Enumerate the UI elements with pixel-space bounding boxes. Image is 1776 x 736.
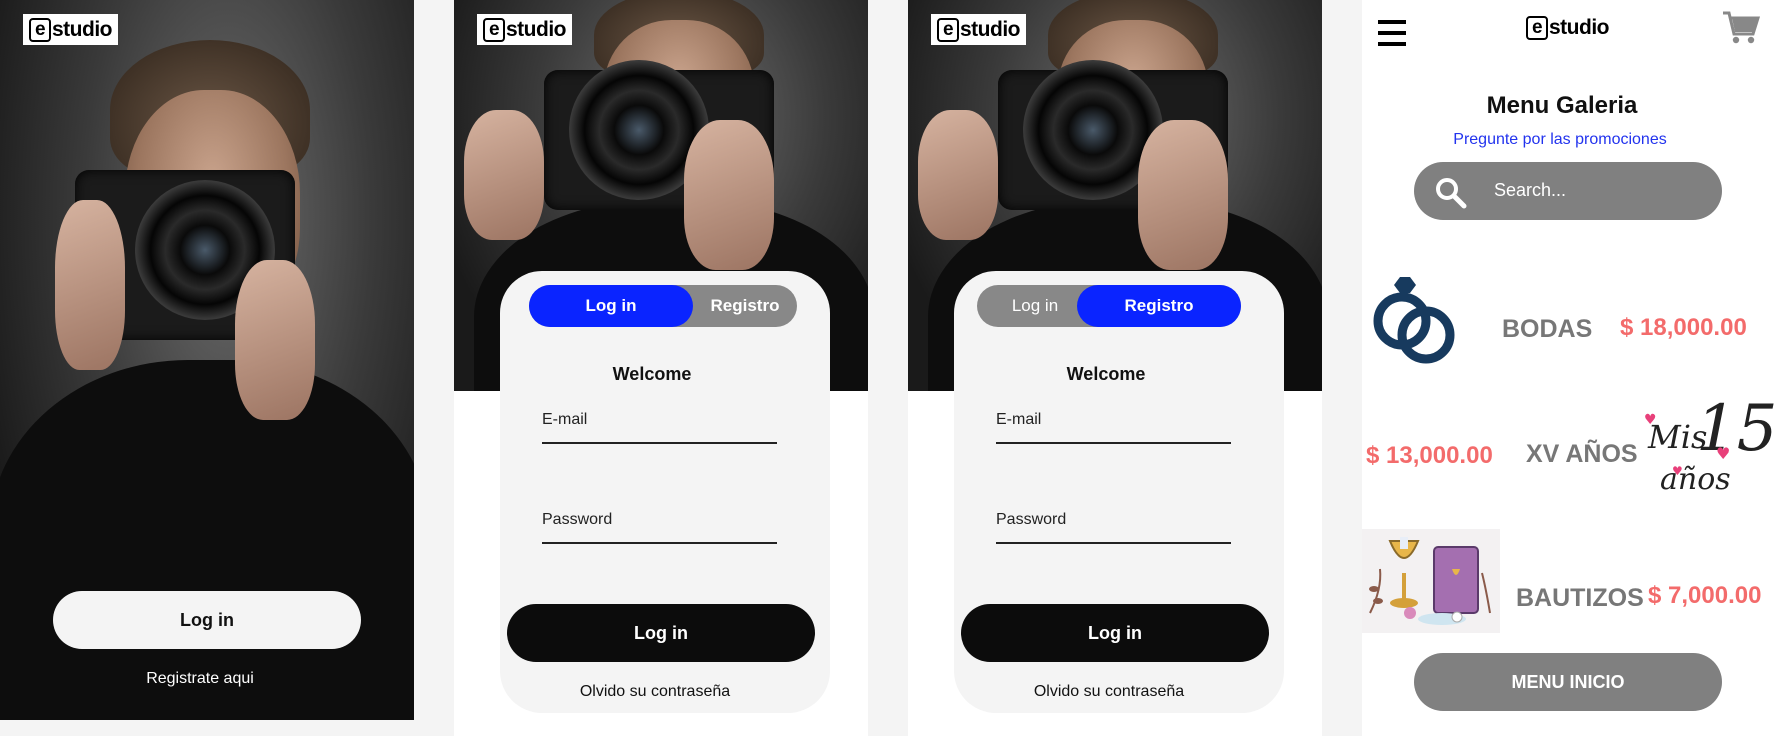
- wedding-rings-icon: [1373, 277, 1455, 364]
- screen-welcome: e studio Log in Registrate aqui: [0, 0, 414, 720]
- tab-login[interactable]: Log in: [529, 285, 693, 327]
- photo-hand-left: [464, 110, 544, 240]
- logo-mark: e: [483, 17, 505, 42]
- auth-toggle: Log in Registro: [977, 285, 1241, 327]
- welcome-heading: Welcome: [612, 364, 692, 384]
- search-bar[interactable]: Search...: [1414, 162, 1722, 220]
- logo-text: studio: [1549, 15, 1610, 39]
- email-field[interactable]: E-mail: [996, 411, 1041, 429]
- category-price: $ 13,000.00: [1366, 442, 1493, 469]
- category-name[interactable]: BAUTIZOS: [1516, 584, 1644, 613]
- email-underline: [996, 442, 1231, 444]
- email-field[interactable]: E-mail: [542, 411, 587, 429]
- brand-logo: e studio: [23, 14, 118, 45]
- logo-mark: e: [937, 17, 959, 42]
- password-underline: [996, 542, 1231, 544]
- welcome-heading: Welcome: [1066, 364, 1146, 384]
- screen-login: e studio Log in Registro Welcome E-mail P…: [454, 0, 868, 736]
- tab-register[interactable]: Registro: [693, 285, 797, 327]
- brand-logo: e studio: [477, 14, 572, 45]
- photo-hand-right: [684, 120, 774, 270]
- shopping-cart-icon[interactable]: [1722, 10, 1760, 46]
- submit-login-button[interactable]: Log in: [507, 604, 815, 662]
- mis-15-number: 15: [1696, 392, 1776, 466]
- heart-icon: ♥: [1716, 444, 1731, 463]
- tab-login[interactable]: Log in: [977, 285, 1093, 327]
- baptism-chalice-bible-icon: [1362, 529, 1500, 633]
- password-field[interactable]: Password: [542, 511, 612, 529]
- auth-toggle: Log in Registro: [529, 285, 797, 327]
- category-price: $ 18,000.00: [1620, 314, 1747, 341]
- logo-text: studio: [506, 17, 567, 41]
- photo-hand-right: [235, 260, 315, 420]
- search-icon: [1436, 178, 1467, 209]
- photo-hand-right: [1138, 120, 1228, 270]
- password-field[interactable]: Password: [996, 511, 1066, 529]
- logo-text: studio: [52, 17, 113, 41]
- category-name[interactable]: BODAS: [1502, 315, 1592, 344]
- heart-icon: ♥: [1672, 464, 1683, 478]
- search-input[interactable]: Search...: [1494, 180, 1566, 201]
- password-underline: [542, 542, 777, 544]
- forgot-password-link[interactable]: Olvido su contraseña: [954, 683, 1264, 701]
- brand-logo: e studio: [1520, 12, 1615, 43]
- submit-login-button[interactable]: Log in: [961, 604, 1269, 662]
- category-name[interactable]: XV AÑOS: [1526, 440, 1638, 469]
- logo-mark: e: [29, 17, 51, 42]
- category-price: $ 7,000.00: [1648, 582, 1762, 609]
- login-button[interactable]: Log in: [53, 591, 361, 649]
- register-card: Log in Registro Welcome E-mail Password …: [954, 271, 1284, 713]
- brand-logo: e studio: [931, 14, 1026, 45]
- tab-register[interactable]: Registro: [1077, 285, 1241, 327]
- screen-gallery: e studio Menu Galeria Pregunte por las pr…: [1362, 0, 1776, 736]
- register-link[interactable]: Registrate aqui: [100, 670, 300, 688]
- photo-hand-left: [55, 200, 125, 370]
- logo-text: studio: [960, 17, 1021, 41]
- photo-hand-left: [918, 110, 998, 240]
- email-underline: [542, 442, 777, 444]
- screen-register: e studio Log in Registro Welcome E-mail P…: [908, 0, 1322, 736]
- mis-15-anos-text: años: [1660, 462, 1731, 497]
- heart-icon: ♥: [1644, 412, 1657, 428]
- page-title: Menu Galeria: [1486, 92, 1638, 119]
- forgot-password-link[interactable]: Olvido su contraseña: [500, 683, 810, 701]
- hamburger-icon[interactable]: [1378, 20, 1406, 46]
- mis-15-anos-icon: Mis 15 años ♥ ♥ ♥: [1642, 392, 1776, 510]
- photo-torso: [0, 360, 414, 720]
- promo-subtitle[interactable]: Pregunte por las promociones: [1362, 131, 1758, 149]
- menu-inicio-button[interactable]: MENU INICIO: [1414, 653, 1722, 711]
- logo-mark: e: [1526, 15, 1548, 40]
- login-card: Log in Registro Welcome E-mail Password …: [500, 271, 830, 713]
